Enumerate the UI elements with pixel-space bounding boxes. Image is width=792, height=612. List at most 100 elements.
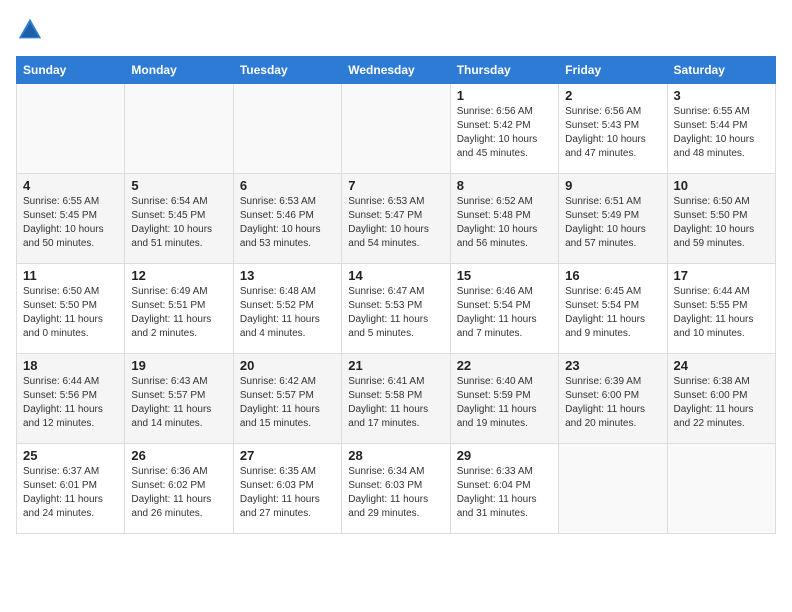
day-number: 6 — [240, 178, 335, 193]
day-number: 25 — [23, 448, 118, 463]
day-number: 24 — [674, 358, 769, 373]
calendar-cell: 25 Sunrise: 6:37 AMSunset: 6:01 PMDayligh… — [17, 444, 125, 534]
calendar-cell: 20 Sunrise: 6:42 AMSunset: 5:57 PMDayligh… — [233, 354, 341, 444]
day-info: Sunrise: 6:38 AMSunset: 6:00 PMDaylight:… — [674, 375, 769, 431]
page-header — [16, 16, 776, 44]
day-info: Sunrise: 6:40 AMSunset: 5:59 PMDaylight:… — [457, 375, 552, 431]
day-number: 22 — [457, 358, 552, 373]
calendar-cell: 7 Sunrise: 6:53 AMSunset: 5:47 PMDaylight… — [342, 174, 450, 264]
calendar-cell: 6 Sunrise: 6:53 AMSunset: 5:46 PMDaylight… — [233, 174, 341, 264]
calendar-table: SundayMondayTuesdayWednesdayThursdayFrid… — [16, 56, 776, 534]
calendar-cell: 17Sunrise: 6:44 AMSunset: 5:55 PMDayligh… — [667, 264, 775, 354]
weekday-header: Sunday — [17, 57, 125, 84]
day-info: Sunrise: 6:54 AMSunset: 5:45 PMDaylight:… — [131, 195, 226, 251]
calendar-cell: 29 Sunrise: 6:33 AMSunset: 6:04 PMDayligh… — [450, 444, 558, 534]
weekday-header: Thursday — [450, 57, 558, 84]
calendar-cell: 5 Sunrise: 6:54 AMSunset: 5:45 PMDaylight… — [125, 174, 233, 264]
day-info: Sunrise: 6:44 AMSunset: 5:55 PMDaylight:… — [674, 285, 769, 341]
day-info: Sunrise: 6:52 AMSunset: 5:48 PMDaylight:… — [457, 195, 552, 251]
day-info: Sunrise: 6:56 AMSunset: 5:43 PMDaylight:… — [565, 105, 660, 161]
calendar-cell: 1 Sunrise: 6:56 AMSunset: 5:42 PMDaylight… — [450, 84, 558, 174]
calendar-week-row: 1 Sunrise: 6:56 AMSunset: 5:42 PMDaylight… — [17, 84, 776, 174]
day-number: 13 — [240, 268, 335, 283]
weekday-header: Friday — [559, 57, 667, 84]
day-number: 18 — [23, 358, 118, 373]
day-number: 11 — [23, 268, 118, 283]
weekday-header: Monday — [125, 57, 233, 84]
day-number: 15 — [457, 268, 552, 283]
day-info: Sunrise: 6:37 AMSunset: 6:01 PMDaylight:… — [23, 465, 118, 521]
day-info: Sunrise: 6:42 AMSunset: 5:57 PMDaylight:… — [240, 375, 335, 431]
day-info: Sunrise: 6:41 AMSunset: 5:58 PMDaylight:… — [348, 375, 443, 431]
calendar-week-row: 11 Sunrise: 6:50 AMSunset: 5:50 PMDayligh… — [17, 264, 776, 354]
day-number: 1 — [457, 88, 552, 103]
weekday-header: Wednesday — [342, 57, 450, 84]
day-info: Sunrise: 6:53 AMSunset: 5:46 PMDaylight:… — [240, 195, 335, 251]
day-number: 10 — [674, 178, 769, 193]
day-info: Sunrise: 6:33 AMSunset: 6:04 PMDaylight:… — [457, 465, 552, 521]
calendar-cell: 27 Sunrise: 6:35 AMSunset: 6:03 PMDayligh… — [233, 444, 341, 534]
day-info: Sunrise: 6:51 AMSunset: 5:49 PMDaylight:… — [565, 195, 660, 251]
calendar-week-row: 4 Sunrise: 6:55 AMSunset: 5:45 PMDaylight… — [17, 174, 776, 264]
day-number: 5 — [131, 178, 226, 193]
calendar-cell: 9 Sunrise: 6:51 AMSunset: 5:49 PMDaylight… — [559, 174, 667, 264]
calendar-cell: 24 Sunrise: 6:38 AMSunset: 6:00 PMDayligh… — [667, 354, 775, 444]
day-number: 12 — [131, 268, 226, 283]
calendar-cell: 3Sunrise: 6:55 AMSunset: 5:44 PMDaylight… — [667, 84, 775, 174]
calendar-cell: 19 Sunrise: 6:43 AMSunset: 5:57 PMDayligh… — [125, 354, 233, 444]
day-number: 28 — [348, 448, 443, 463]
calendar-cell: 4 Sunrise: 6:55 AMSunset: 5:45 PMDaylight… — [17, 174, 125, 264]
calendar-cell — [342, 84, 450, 174]
day-info: Sunrise: 6:53 AMSunset: 5:47 PMDaylight:… — [348, 195, 443, 251]
day-info: Sunrise: 6:50 AMSunset: 5:50 PMDaylight:… — [23, 285, 118, 341]
day-number: 4 — [23, 178, 118, 193]
day-info: Sunrise: 6:45 AMSunset: 5:54 PMDaylight:… — [565, 285, 660, 341]
day-info: Sunrise: 6:46 AMSunset: 5:54 PMDaylight:… — [457, 285, 552, 341]
day-number: 16 — [565, 268, 660, 283]
day-info: Sunrise: 6:56 AMSunset: 5:42 PMDaylight:… — [457, 105, 552, 161]
calendar-week-row: 18 Sunrise: 6:44 AMSunset: 5:56 PMDayligh… — [17, 354, 776, 444]
day-number: 3 — [674, 88, 769, 103]
calendar-cell — [233, 84, 341, 174]
day-number: 7 — [348, 178, 443, 193]
day-info: Sunrise: 6:48 AMSunset: 5:52 PMDaylight:… — [240, 285, 335, 341]
day-info: Sunrise: 6:34 AMSunset: 6:03 PMDaylight:… — [348, 465, 443, 521]
day-info: Sunrise: 6:50 AMSunset: 5:50 PMDaylight:… — [674, 195, 769, 251]
day-info: Sunrise: 6:39 AMSunset: 6:00 PMDaylight:… — [565, 375, 660, 431]
day-number: 27 — [240, 448, 335, 463]
calendar-cell — [667, 444, 775, 534]
day-info: Sunrise: 6:47 AMSunset: 5:53 PMDaylight:… — [348, 285, 443, 341]
logo-icon — [16, 16, 44, 44]
calendar-cell: 13 Sunrise: 6:48 AMSunset: 5:52 PMDayligh… — [233, 264, 341, 354]
calendar-cell: 10 Sunrise: 6:50 AMSunset: 5:50 PMDayligh… — [667, 174, 775, 264]
calendar-cell: 23 Sunrise: 6:39 AMSunset: 6:00 PMDayligh… — [559, 354, 667, 444]
calendar-cell: 26Sunrise: 6:36 AMSunset: 6:02 PMDayligh… — [125, 444, 233, 534]
day-info: Sunrise: 6:49 AMSunset: 5:51 PMDaylight:… — [131, 285, 226, 341]
day-info: Sunrise: 6:35 AMSunset: 6:03 PMDaylight:… — [240, 465, 335, 521]
day-number: 20 — [240, 358, 335, 373]
day-info: Sunrise: 6:44 AMSunset: 5:56 PMDaylight:… — [23, 375, 118, 431]
calendar-cell: 22 Sunrise: 6:40 AMSunset: 5:59 PMDayligh… — [450, 354, 558, 444]
calendar-cell — [125, 84, 233, 174]
logo — [16, 16, 48, 44]
calendar-cell — [17, 84, 125, 174]
day-number: 23 — [565, 358, 660, 373]
day-number: 19 — [131, 358, 226, 373]
day-info: Sunrise: 6:43 AMSunset: 5:57 PMDaylight:… — [131, 375, 226, 431]
calendar-cell: 11 Sunrise: 6:50 AMSunset: 5:50 PMDayligh… — [17, 264, 125, 354]
calendar-cell: 21 Sunrise: 6:41 AMSunset: 5:58 PMDayligh… — [342, 354, 450, 444]
calendar-cell: 15 Sunrise: 6:46 AMSunset: 5:54 PMDayligh… — [450, 264, 558, 354]
day-number: 21 — [348, 358, 443, 373]
day-info: Sunrise: 6:55 AMSunset: 5:45 PMDaylight:… — [23, 195, 118, 251]
day-number: 9 — [565, 178, 660, 193]
calendar-cell: 14 Sunrise: 6:47 AMSunset: 5:53 PMDayligh… — [342, 264, 450, 354]
calendar-cell: 12 Sunrise: 6:49 AMSunset: 5:51 PMDayligh… — [125, 264, 233, 354]
calendar-cell — [559, 444, 667, 534]
calendar-cell: 28 Sunrise: 6:34 AMSunset: 6:03 PMDayligh… — [342, 444, 450, 534]
calendar-cell: 16 Sunrise: 6:45 AMSunset: 5:54 PMDayligh… — [559, 264, 667, 354]
day-number: 29 — [457, 448, 552, 463]
calendar-cell: 8Sunrise: 6:52 AMSunset: 5:48 PMDaylight… — [450, 174, 558, 264]
calendar-week-row: 25 Sunrise: 6:37 AMSunset: 6:01 PMDayligh… — [17, 444, 776, 534]
day-info: Sunrise: 6:36 AMSunset: 6:02 PMDaylight:… — [131, 465, 226, 521]
day-number: 14 — [348, 268, 443, 283]
